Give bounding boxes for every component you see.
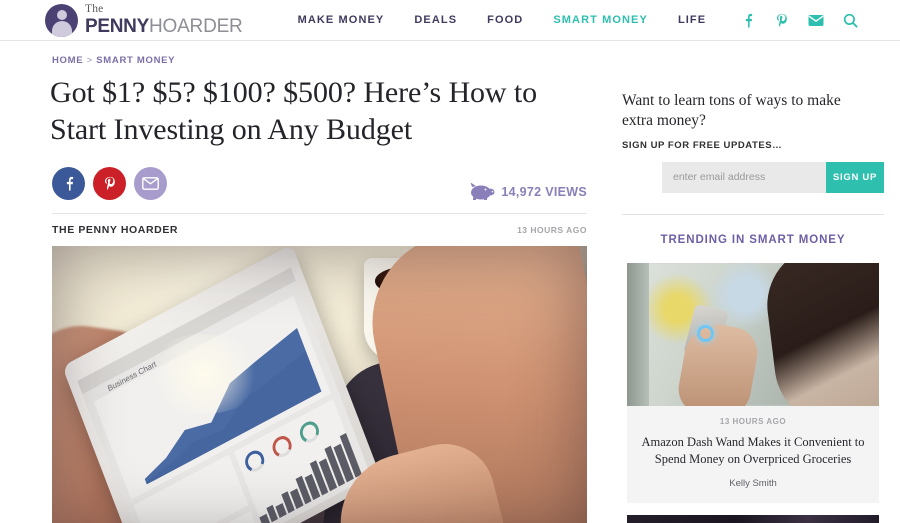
- nav-item-deals[interactable]: DEALS: [414, 14, 457, 26]
- nav-item-make-money[interactable]: MAKE MONEY: [298, 14, 385, 26]
- main-navigation: MAKE MONEY DEALS FOOD SMART MONEY LIFE: [298, 14, 707, 26]
- nav-item-food[interactable]: FOOD: [487, 14, 523, 26]
- trending-card[interactable]: 13 HOURS AGO Amazon Dash Wand Makes it C…: [627, 262, 879, 504]
- trending-heading: TRENDING IN SMART MONEY: [660, 233, 846, 246]
- header-tools: [740, 0, 858, 41]
- share-row: 14,972 VIEWS: [52, 165, 587, 201]
- trending-card-author: Kelly Smith: [729, 478, 777, 490]
- breadcrumb-separator: >: [86, 55, 93, 66]
- share-pinterest-button[interactable]: [93, 166, 126, 200]
- byline-timestamp: 13 HOURS AGO: [517, 225, 587, 236]
- share-facebook-button[interactable]: [52, 166, 85, 200]
- avatar-circle-logo-icon: [45, 3, 78, 37]
- email-icon[interactable]: [808, 13, 824, 29]
- trending-card-image[interactable]: [627, 262, 879, 406]
- search-icon[interactable]: [842, 13, 858, 29]
- logo-penny: PENNY: [85, 15, 149, 37]
- sidebar-divider: [622, 213, 884, 215]
- share-email-button[interactable]: [134, 166, 167, 200]
- nav-item-smart-money[interactable]: SMART MONEY: [553, 14, 648, 26]
- trending-card-image[interactable]: [627, 515, 879, 523]
- article-column: HOME > SMART MONEY Got $1? $5? $100? $50…: [0, 41, 608, 523]
- piggy-bank-icon: [469, 170, 495, 201]
- signup-button[interactable]: SIGN UP: [826, 161, 884, 193]
- newsletter-form: SIGN UP: [662, 161, 884, 193]
- trending-card-timestamp: 13 HOURS AGO: [719, 416, 787, 426]
- byline: THE PENNY HOARDER 13 HOURS AGO: [52, 213, 587, 236]
- newsletter-subheading: SIGN UP FOR FREE UPDATES…: [622, 139, 783, 151]
- logo-hoarder: HOARDER: [148, 15, 243, 37]
- nav-item-life[interactable]: LIFE: [678, 14, 706, 26]
- facebook-icon[interactable]: [740, 13, 756, 29]
- sidebar: Want to learn tons of ways to make extra…: [608, 41, 900, 523]
- page-title: Got $1? $5? $100? $500? Here’s How to St…: [50, 76, 538, 146]
- pinterest-icon[interactable]: [774, 13, 790, 29]
- breadcrumb-category[interactable]: SMART MONEY: [96, 55, 175, 66]
- email-input[interactable]: [662, 161, 826, 193]
- page-body: HOME > SMART MONEY Got $1? $5? $100? $50…: [0, 41, 900, 523]
- breadcrumb: HOME > SMART MONEY: [52, 55, 608, 66]
- view-count-label: 14,972 VIEWS: [501, 185, 587, 200]
- breadcrumb-home[interactable]: HOME: [52, 55, 83, 66]
- logo-the: The: [85, 3, 104, 16]
- newsletter-heading: Want to learn tons of ways to make extra…: [622, 92, 841, 129]
- site-logo[interactable]: The PENNYHOARDER: [45, 3, 243, 37]
- trending-card[interactable]: [627, 515, 879, 523]
- view-counter: 14,972 VIEWS: [469, 170, 587, 201]
- trending-card-title[interactable]: Amazon Dash Wand Makes it Convenient to …: [641, 434, 865, 470]
- byline-author[interactable]: THE PENNY HOARDER: [52, 224, 178, 236]
- article-hero-image[interactable]: Business Chart: [52, 246, 587, 523]
- site-header: The PENNYHOARDER MAKE MONEY DEALS FOOD S…: [0, 0, 900, 41]
